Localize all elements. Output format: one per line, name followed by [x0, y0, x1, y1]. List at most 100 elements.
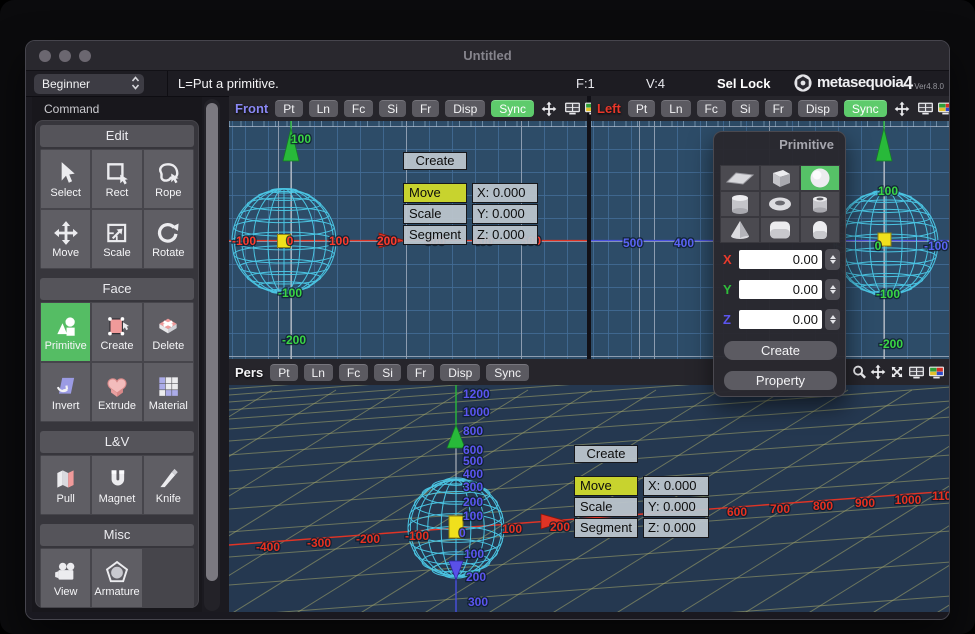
- rotate-icon: [155, 219, 181, 247]
- tab-fc-left[interactable]: Fc: [697, 100, 726, 117]
- pan-icon[interactable]: [541, 101, 557, 117]
- mode-dropdown[interactable]: Beginner: [34, 74, 144, 94]
- tab-pt-left[interactable]: Pt: [628, 100, 655, 117]
- tab-fr-left[interactable]: Fr: [765, 100, 792, 117]
- metasequoia-window: Untitled Beginner L=Put a primitive. F:1…: [25, 40, 950, 620]
- command-scale-button[interactable]: Scale: [92, 210, 141, 268]
- primitive-shape-cylinder[interactable]: [720, 191, 760, 217]
- command-pull-button[interactable]: Pull: [41, 456, 90, 514]
- axis-z-value-field[interactable]: 0.00: [739, 310, 822, 329]
- displays-icon[interactable]: [908, 366, 925, 379]
- armature-icon: [104, 558, 130, 586]
- tab-si-front[interactable]: Si: [379, 100, 406, 117]
- tab-ln-front[interactable]: Ln: [309, 100, 338, 117]
- orbit-icon[interactable]: [889, 364, 905, 380]
- tab-ln-left[interactable]: Ln: [661, 100, 690, 117]
- tab-fr-pers[interactable]: Fr: [407, 364, 434, 381]
- front-viewport-canvas[interactable]: -1000100200300400500100-100-200 Create M…: [229, 121, 587, 359]
- command-create-button[interactable]: Create: [92, 303, 141, 361]
- tab-pt-front[interactable]: Pt: [275, 100, 302, 117]
- pan-icon[interactable]: [894, 101, 910, 117]
- pers-viewport: Pers PtLnFcSiFrDispSync -400-300-200-100…: [229, 359, 950, 613]
- axis-tick-label: -100: [924, 239, 948, 253]
- left-header: Left Pt Ln Fc Si Fr Disp Sync: [591, 96, 950, 121]
- lasso-icon: [155, 159, 181, 187]
- primitive-shape-tube[interactable]: [800, 191, 840, 217]
- command-magnet-button[interactable]: Magnet: [92, 456, 141, 514]
- colors-icon[interactable]: [928, 366, 945, 379]
- scrollbar-thumb[interactable]: [206, 103, 218, 581]
- command-extrude-button[interactable]: Extrude: [92, 363, 141, 421]
- command-view-button[interactable]: View: [41, 549, 90, 607]
- axis-y-value-field[interactable]: 0.00: [739, 280, 822, 299]
- overlay-y-field[interactable]: Y: 0.000: [472, 204, 538, 224]
- overlay-scale-button[interactable]: Scale: [574, 497, 638, 517]
- scale-icon: [104, 219, 130, 247]
- command-rect-button[interactable]: Rect: [92, 150, 141, 208]
- front-tabs: Pt Ln Fc Si Fr Disp Sync: [275, 100, 534, 117]
- primitive-shape-roundcube[interactable]: [760, 217, 800, 243]
- primitive-shape-torus[interactable]: [760, 191, 800, 217]
- left-viewport-label: Left: [597, 101, 621, 116]
- tab-disp-front[interactable]: Disp: [445, 100, 485, 117]
- command-select-button[interactable]: Select: [41, 150, 90, 208]
- command-invert-button[interactable]: Invert: [41, 363, 90, 421]
- overlay-create-button[interactable]: Create: [574, 445, 638, 463]
- overlay-create-button[interactable]: Create: [403, 152, 467, 170]
- displays-icon[interactable]: [917, 102, 934, 115]
- zoom-tool-icon[interactable]: [852, 365, 867, 380]
- primitive-property-button[interactable]: Property: [724, 371, 837, 390]
- command-scrollbar[interactable]: [204, 99, 220, 611]
- overlay-segment-button[interactable]: Segment: [574, 518, 638, 538]
- overlay-segment-button[interactable]: Segment: [403, 225, 467, 245]
- command-move-button[interactable]: Move: [41, 210, 90, 268]
- tab-sync-front[interactable]: Sync: [491, 100, 534, 117]
- axis-tick-label: -200: [879, 337, 903, 351]
- pers-viewport-canvas[interactable]: -400-300-200-100100200600700800900100011…: [229, 385, 950, 613]
- sel-lock-toggle[interactable]: Sel Lock: [717, 76, 770, 91]
- overlay-z-field[interactable]: Z: 0.000: [643, 518, 709, 538]
- primitive-shape-cube[interactable]: [760, 165, 800, 191]
- overlay-y-field[interactable]: Y: 0.000: [643, 497, 709, 517]
- overlay-x-field[interactable]: X: 0.000: [472, 183, 538, 203]
- command-rope-button[interactable]: Rope: [144, 150, 193, 208]
- tab-pt-pers[interactable]: Pt: [270, 364, 297, 381]
- tab-fc-pers[interactable]: Fc: [339, 364, 368, 381]
- command-knife-button[interactable]: Knife: [144, 456, 193, 514]
- primitive-shape-plane[interactable]: [720, 165, 760, 191]
- command-delete-button[interactable]: Delete: [144, 303, 193, 361]
- tab-fc-front[interactable]: Fc: [344, 100, 373, 117]
- command-material-button[interactable]: Material: [144, 363, 193, 421]
- pan-icon[interactable]: [870, 364, 886, 380]
- front-header: Front PtLnFcSiFrDispSync: [229, 96, 587, 121]
- primitive-create-button[interactable]: Create: [724, 341, 837, 360]
- tab-sync-left[interactable]: Sync: [844, 100, 887, 117]
- tab-disp-left[interactable]: Disp: [798, 100, 838, 117]
- overlay-z-field[interactable]: Z: 0.000: [472, 225, 538, 245]
- tab-si-pers[interactable]: Si: [374, 364, 401, 381]
- desktop: Untitled Beginner L=Put a primitive. F:1…: [0, 0, 975, 634]
- colors-icon[interactable]: [937, 102, 950, 115]
- tab-sync-pers[interactable]: Sync: [486, 364, 529, 381]
- tab-si-left[interactable]: Si: [732, 100, 759, 117]
- overlay-x-field[interactable]: X: 0.000: [643, 476, 709, 496]
- axis-y-stepper[interactable]: [825, 279, 840, 300]
- overlay-move-button[interactable]: Move: [574, 476, 638, 496]
- command-button-label: View: [54, 586, 78, 598]
- primitive-shape-cone[interactable]: [720, 217, 760, 243]
- command-primitive-button[interactable]: Primitive: [41, 303, 90, 361]
- axis-tick-label: -100: [278, 286, 302, 300]
- overlay-scale-button[interactable]: Scale: [403, 204, 467, 224]
- axis-x-stepper[interactable]: [825, 249, 840, 270]
- tab-disp-pers[interactable]: Disp: [440, 364, 480, 381]
- displays-icon[interactable]: [564, 102, 581, 115]
- overlay-move-button[interactable]: Move: [403, 183, 467, 203]
- tab-ln-pers[interactable]: Ln: [304, 364, 333, 381]
- tab-fr-front[interactable]: Fr: [412, 100, 439, 117]
- axis-x-value-field[interactable]: 0.00: [739, 250, 822, 269]
- axis-z-stepper[interactable]: [825, 309, 840, 330]
- primitive-shape-sphere[interactable]: [800, 165, 840, 191]
- command-armature-button[interactable]: Armature: [92, 549, 141, 607]
- command-rotate-button[interactable]: Rotate: [144, 210, 193, 268]
- primitive-shape-capsule[interactable]: [800, 217, 840, 243]
